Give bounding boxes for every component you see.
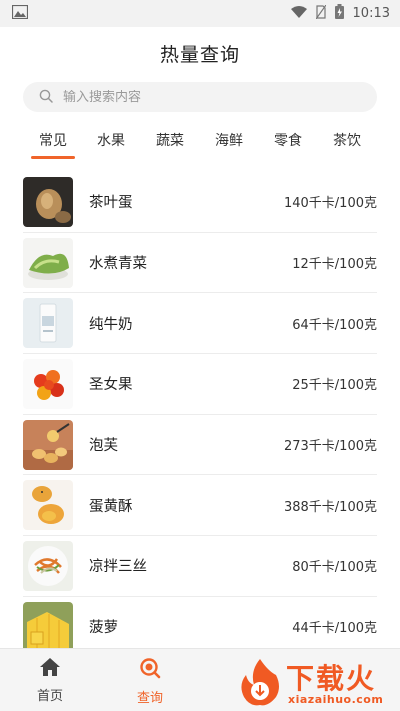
home-icon	[39, 658, 61, 681]
flame-logo-icon	[238, 657, 282, 711]
food-calories: 25千卡/100克	[292, 378, 377, 394]
shredded-salad-image	[23, 540, 73, 591]
battery-icon	[334, 4, 344, 23]
search-icon	[139, 658, 161, 683]
boiled-greens-image	[23, 237, 73, 288]
list-item[interactable]: 凉拌三丝 80千卡/100克	[23, 536, 377, 597]
category-tabs: 常见 水果 蔬菜 海鲜 零食 茶饮	[0, 130, 400, 160]
no-sim-icon	[315, 4, 327, 23]
food-name: 泡芙	[89, 438, 118, 455]
milk-image	[23, 298, 73, 349]
egg-yolk-pastry-image	[23, 480, 73, 531]
food-name: 圣女果	[89, 377, 133, 394]
watermark-url: xiazaihuo.com	[288, 693, 384, 706]
list-item[interactable]: 纯牛奶 64千卡/100克	[23, 293, 377, 355]
nav-query-label: 查询	[136, 691, 163, 706]
status-bar: 10:13	[0, 0, 400, 27]
nav-home[interactable]: 首页	[20, 657, 80, 704]
tab-tea-drinks[interactable]: 茶饮	[324, 130, 370, 150]
watermark-text: 下载火	[286, 662, 377, 695]
list-item[interactable]: 茶叶蛋 140千卡/100克	[23, 172, 377, 233]
pineapple-image	[23, 601, 73, 652]
food-calories: 388千卡/100克	[283, 499, 377, 515]
food-name: 菠萝	[89, 620, 118, 637]
nav-home-label: 首页	[36, 689, 63, 704]
tea-egg-image	[23, 176, 73, 227]
search-input[interactable]	[63, 89, 353, 105]
food-name: 凉拌三丝	[89, 559, 147, 576]
watermark: 下载火 xiazaihuo.com	[236, 655, 400, 711]
food-calories: 140千卡/100克	[283, 196, 377, 212]
clock-time: 10:13	[352, 6, 390, 21]
food-name: 茶叶蛋	[89, 195, 133, 212]
food-list: 茶叶蛋 140千卡/100克 水煮青菜 12千卡/100克 纯牛奶 64千卡/1…	[23, 172, 377, 658]
tab-seafood[interactable]: 海鲜	[206, 130, 252, 150]
food-calories: 44千卡/100克	[292, 621, 377, 637]
food-name: 蛋黄酥	[89, 498, 133, 515]
food-name: 纯牛奶	[89, 316, 133, 333]
food-calories: 12千卡/100克	[292, 257, 377, 273]
food-calories: 80千卡/100克	[292, 560, 377, 576]
food-calories: 273千卡/100克	[283, 439, 377, 455]
food-calories: 64千卡/100克	[292, 317, 377, 333]
tab-vegetables[interactable]: 蔬菜	[147, 130, 193, 150]
nav-query[interactable]: 查询	[120, 657, 180, 706]
tab-fruit[interactable]: 水果	[88, 130, 134, 150]
list-item[interactable]: 圣女果 25千卡/100克	[23, 354, 377, 415]
wifi-icon	[290, 5, 307, 22]
list-item[interactable]: 水煮青菜 12千卡/100克	[23, 233, 377, 294]
gallery-notification-icon	[11, 4, 29, 23]
list-item[interactable]: 蛋黄酥 388千卡/100克	[23, 475, 377, 537]
search-icon	[39, 88, 53, 107]
tab-common[interactable]: 常见	[30, 130, 76, 159]
cream-puffs-image	[23, 419, 73, 470]
tab-snacks[interactable]: 零食	[265, 130, 311, 150]
food-name: 水煮青菜	[89, 256, 147, 273]
search-bar[interactable]	[23, 82, 377, 112]
page-title: 热量查询	[159, 44, 240, 66]
cherry-tomatoes-image	[23, 358, 73, 409]
list-item[interactable]: 泡芙 273千卡/100克	[23, 415, 377, 476]
